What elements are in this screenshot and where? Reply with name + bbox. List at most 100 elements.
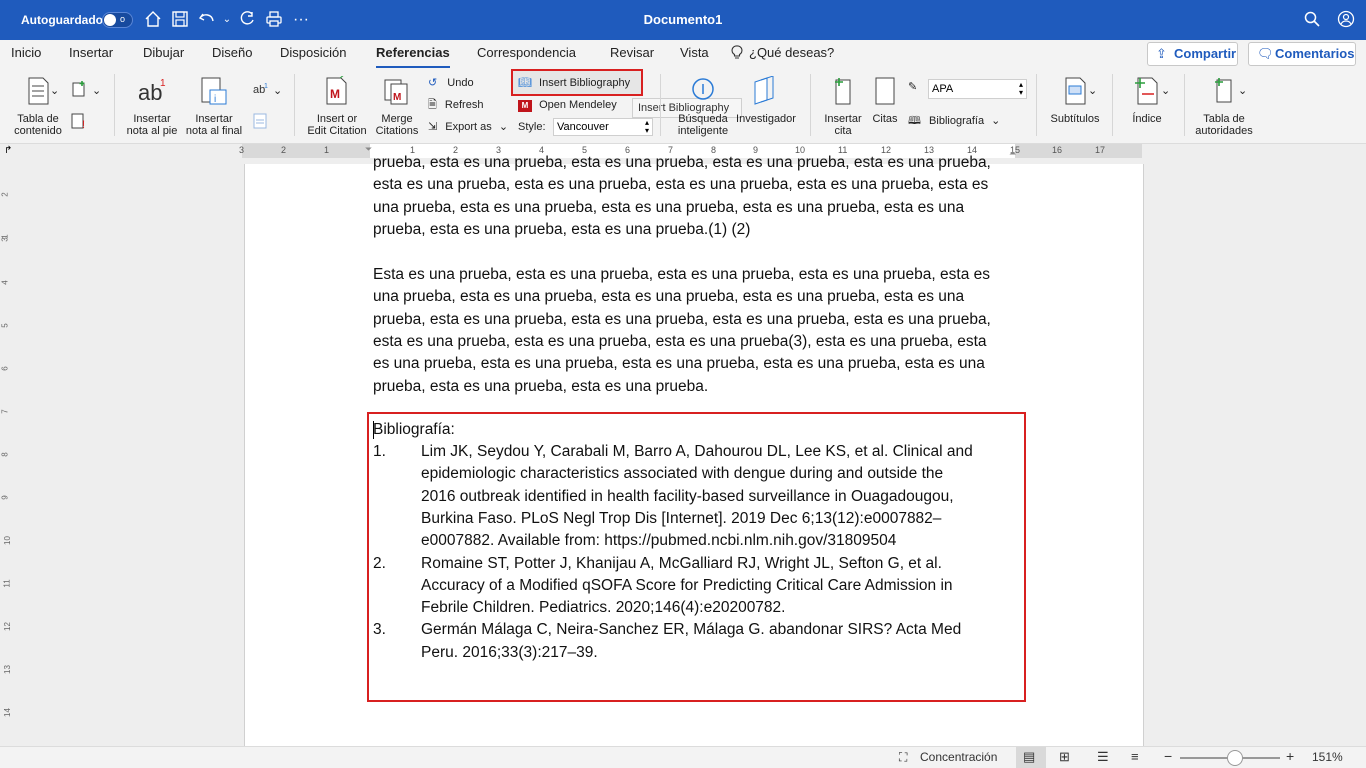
entry-text-line: Germán Málaga C, Neira-Sanchez ER, Málag…: [421, 621, 962, 639]
zoom-knob[interactable]: [1227, 750, 1243, 766]
toc-label-1: Tabla de: [17, 113, 59, 125]
indent-marker-icon[interactable]: ⏷: [365, 144, 372, 155]
zoom-out-icon[interactable]: −: [1164, 748, 1172, 764]
chevron-down-icon[interactable]: ⌄: [50, 84, 59, 98]
print-layout-icon: ▤: [1023, 749, 1036, 764]
tab-insertar[interactable]: Insertar: [69, 45, 113, 60]
tab-disposicion[interactable]: Disposición: [280, 45, 346, 60]
svg-text:!: !: [82, 119, 85, 130]
entry-text-line: e0007882. Available from: https://pubmed…: [421, 532, 897, 550]
entry-number: 2.: [373, 554, 386, 572]
tab-vista[interactable]: Vista: [680, 45, 709, 60]
mendeley-undo-button[interactable]: ↺ Undo: [428, 76, 474, 90]
export-as-button[interactable]: ⇲ Export as ⌄: [428, 120, 508, 134]
zoom-level[interactable]: 151%: [1312, 750, 1343, 764]
tab-correspondencia[interactable]: Correspondencia: [477, 45, 576, 60]
insert-edit-citation-button[interactable]: M Insert or Edit Citation: [304, 74, 370, 137]
chevron-down-icon[interactable]: ⌄: [273, 84, 282, 98]
text-line: prueba, esta es una prueba, esta es una …: [373, 377, 709, 395]
add-text-icon[interactable]: [70, 80, 88, 102]
smart-lookup-label-1: Búsqueda: [678, 113, 728, 125]
insert-bibliography-label: Insert Bibliography: [539, 77, 631, 89]
chevron-down-icon[interactable]: ⌄: [92, 84, 101, 98]
web-layout-icon[interactable]: ⊞: [1059, 749, 1070, 765]
researcher-label: Investigador: [736, 113, 796, 125]
insert-citation-button[interactable]: Insertar cita: [818, 76, 868, 137]
captions-icon: [1065, 77, 1086, 105]
bibliography-style-select[interactable]: APA ▴ ▾: [928, 79, 1027, 99]
draft-icon[interactable]: ≡: [1131, 749, 1139, 764]
search-icon[interactable]: [1302, 10, 1322, 30]
tab-dibujar[interactable]: Dibujar: [143, 45, 184, 60]
focus-icon[interactable]: ⛶: [899, 750, 907, 765]
citations-button[interactable]: Citas: [868, 76, 902, 125]
tab-diseno[interactable]: Diseño: [212, 45, 252, 60]
book-icon: 📖︎: [518, 77, 532, 89]
lightbulb-icon: [731, 45, 743, 63]
open-mendeley-button[interactable]: M Open Mendeley: [518, 98, 617, 112]
merge-citations-icon: M: [384, 79, 408, 105]
tab-inicio[interactable]: Inicio: [11, 45, 41, 60]
share-button[interactable]: ⇪ Compartir: [1147, 42, 1238, 66]
citation-style-value: Vancouver: [557, 121, 609, 133]
outline-icon[interactable]: ☰: [1097, 749, 1109, 765]
endnote-label-1: Insertar: [195, 113, 233, 125]
zoom-slider[interactable]: [1180, 750, 1280, 766]
mendeley-refresh-button[interactable]: 🗎 Refresh: [428, 98, 483, 112]
chevron-down-icon[interactable]: ⌄: [1238, 84, 1247, 98]
account-icon[interactable]: [1336, 10, 1356, 30]
undo-arrow-icon: ↺: [428, 77, 438, 89]
tab-stop-icon[interactable]: ↱: [4, 145, 12, 156]
ruler-number: 17: [1095, 145, 1106, 155]
ruler-number: 13: [2, 665, 12, 674]
citation-style-select[interactable]: Vancouver ▴ ▾: [553, 118, 653, 136]
comment-icon: 🗨︎: [1257, 46, 1274, 61]
mendeley-citation-icon: M: [326, 74, 347, 105]
tab-revisar[interactable]: Revisar: [610, 45, 654, 60]
toc-icon: [28, 77, 49, 105]
chevron-down-icon[interactable]: ⌄: [1161, 84, 1170, 98]
footnote-icon: ab1: [138, 78, 166, 105]
entry-text-line: Febrile Children. Pediatrics. 2020;146(4…: [421, 599, 786, 617]
focus-mode-label[interactable]: Concentración: [920, 750, 997, 764]
tab-referencias[interactable]: Referencias: [376, 45, 450, 69]
smart-lookup-button[interactable]: Búsqueda inteligente: [672, 76, 734, 137]
chevron-down-icon: ⌄: [991, 115, 1001, 127]
insert-cite-label-1: Insertar: [824, 113, 862, 125]
svg-text:ab: ab: [138, 80, 162, 105]
ruler-number: 9: [0, 495, 10, 500]
ruler-number: 3: [0, 237, 10, 242]
tell-me-search[interactable]: ¿Qué deseas?: [749, 45, 834, 60]
captions-label: Subtítulos: [1050, 113, 1100, 125]
ribbon-tabs: Inicio Insertar Dibujar Diseño Disposici…: [0, 40, 1366, 69]
mendeley-logo-icon: M: [518, 100, 532, 112]
footnote-label-1: Insertar: [133, 113, 171, 125]
text-line: prueba, esta es una prueba, esta es una …: [373, 154, 991, 171]
show-notes-icon[interactable]: [252, 112, 268, 134]
next-footnote-icon[interactable]: ab 1: [252, 80, 270, 102]
entry-text-line: Peru. 2016;33(3):217–39.: [421, 643, 598, 661]
chevron-down-icon[interactable]: ⌄: [1088, 84, 1097, 98]
ruler-number: 10: [2, 536, 12, 545]
entry-text-line: 2016 outbreak identified in health facil…: [421, 487, 954, 505]
ruler-number: 4: [0, 280, 10, 285]
insert-endnote-button[interactable]: i Insertar nota al final: [184, 76, 244, 137]
citations-label: Citas: [872, 113, 898, 125]
entry-text-line: Burkina Faso. PLoS Negl Trop Dis [Intern…: [421, 509, 942, 527]
export-icon: ⇲: [428, 121, 438, 133]
update-table-icon[interactable]: !: [70, 112, 88, 134]
text-line: prueba, esta es una prueba, esta es una …: [373, 220, 751, 238]
insert-footnote-button[interactable]: ab 1 Insertar nota al pie: [124, 76, 180, 137]
insert-bibliography-button[interactable]: 📖︎ Insert Bibliography: [518, 76, 630, 90]
zoom-in-icon[interactable]: +: [1286, 748, 1294, 764]
ruler-number: 2: [0, 192, 10, 197]
bibliography-button[interactable]: 🕮︎ Bibliografía ⌄: [908, 114, 1000, 128]
researcher-button[interactable]: Investigador: [734, 75, 798, 125]
entry-text-line: Lim JK, Seydou Y, Carabali M, Barro A, D…: [421, 443, 973, 460]
merge-citations-button[interactable]: M Merge Citations: [372, 76, 422, 137]
vertical-ruler: 2 1 3 4 5 6 7 8 9 10 11 12 13 14: [0, 160, 16, 746]
bibliography-icon: 🕮︎: [908, 115, 921, 127]
comments-button[interactable]: 🗨︎ Comentarios: [1248, 42, 1356, 66]
share-label: Compartir: [1174, 46, 1237, 61]
comments-label: Comentarios: [1275, 46, 1355, 61]
